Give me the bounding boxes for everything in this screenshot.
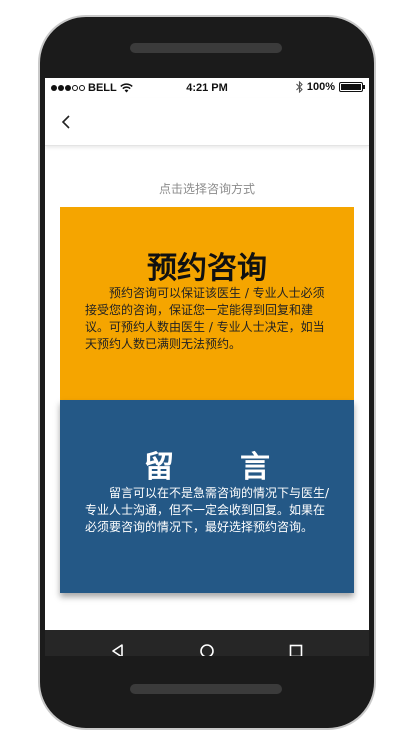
back-triangle-icon (112, 644, 123, 656)
nav-recents-button[interactable] (287, 642, 305, 656)
battery-level (341, 84, 361, 90)
navigation-bar (45, 98, 369, 146)
top-speaker (130, 43, 282, 53)
bluetooth-icon (295, 81, 303, 93)
chevron-left-icon (61, 115, 70, 129)
nav-home-button[interactable] (198, 642, 216, 656)
home-circle-icon (200, 644, 214, 656)
appointment-consultation-card[interactable]: 预约咨询 预约咨询可以保证该医生 / 专业人士必须接受您的咨询，保证您一定能得到… (60, 207, 354, 400)
android-navigation-bar (45, 630, 369, 656)
battery-icon (339, 82, 365, 92)
bottom-speaker (130, 684, 282, 694)
screen: BELL 4:21 PM 100% 点击选择咨询方式 预约咨询 预约咨询可以保证… (45, 78, 369, 656)
consultation-hint: 点击选择咨询方式 (158, 182, 255, 196)
card-description: 预约咨询可以保证该医生 / 专业人士必须接受您的咨询，保证您一定能得到回复和建议… (85, 286, 325, 351)
status-bar: BELL 4:21 PM 100% (45, 78, 369, 98)
leave-message-card[interactable]: 留言 留言可以在不是急需咨询的情况下与医生/专业人士沟通，但不一定会收到回复。如… (60, 400, 354, 593)
card-title: 留言 (144, 450, 336, 485)
back-button[interactable] (57, 112, 77, 132)
phone-frame: BELL 4:21 PM 100% 点击选择咨询方式 预约咨询 预约咨询可以保证… (38, 15, 376, 730)
status-right: 100% (295, 81, 365, 93)
nav-back-button[interactable] (109, 642, 127, 656)
card-title: 预约咨询 (147, 251, 267, 286)
card-description: 留言可以在不是急需咨询的情况下与医生/专业人士沟通，但不一定会收到回复。如果在必… (85, 486, 330, 534)
battery-percent: 100% (306, 81, 335, 93)
recents-square-icon (289, 644, 303, 656)
